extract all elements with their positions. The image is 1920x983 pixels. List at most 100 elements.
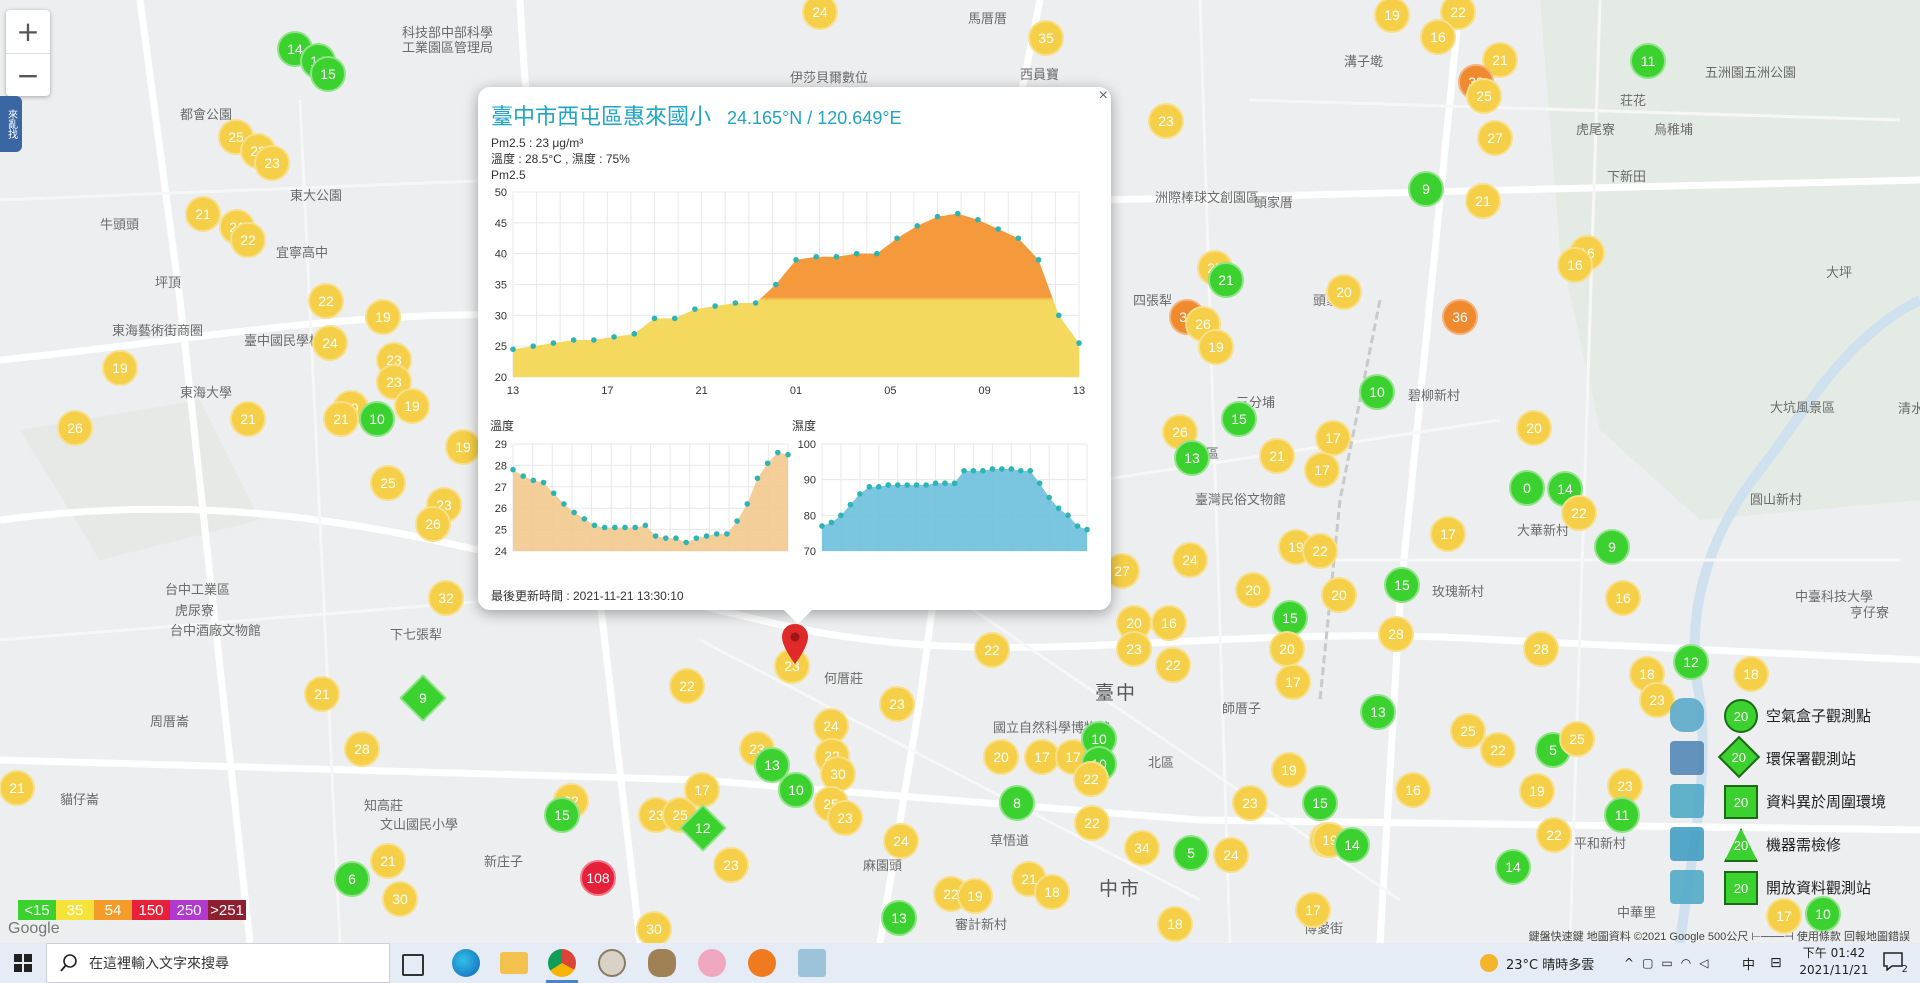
- sensor-marker[interactable]: 19: [1271, 752, 1307, 788]
- sensor-marker[interactable]: 23: [827, 800, 863, 836]
- sensor-marker[interactable]: 14: [1495, 849, 1531, 885]
- start-button[interactable]: [0, 943, 46, 983]
- sensor-marker[interactable]: 34: [1124, 830, 1160, 866]
- sensor-marker[interactable]: 36: [1442, 299, 1478, 335]
- sensor-marker[interactable]: 17: [1275, 664, 1311, 700]
- side-panel-tab[interactable]: 來亂找: [0, 96, 22, 152]
- sensor-marker[interactable]: 15: [1221, 401, 1257, 437]
- sensor-marker[interactable]: 19: [394, 388, 430, 424]
- app-icon-snipping[interactable]: [698, 949, 726, 977]
- sensor-marker[interactable]: 17: [1430, 516, 1466, 552]
- sensor-marker[interactable]: 20: [983, 739, 1019, 775]
- sensor-marker[interactable]: 16: [1420, 19, 1456, 55]
- ime-mode-icon[interactable]: ⊟: [1770, 943, 1782, 983]
- sensor-marker[interactable]: 19: [1198, 329, 1234, 365]
- sensor-marker[interactable]: 21: [0, 770, 35, 806]
- selected-location-pin-icon[interactable]: [780, 622, 810, 666]
- sensor-marker[interactable]: 27: [1477, 120, 1513, 156]
- sensor-marker[interactable]: 9: [1594, 529, 1630, 565]
- chrome-browser-icon[interactable]: [548, 949, 576, 977]
- sensor-marker[interactable]: 23: [1148, 103, 1184, 139]
- zoom-out-button[interactable]: −: [6, 53, 50, 97]
- sensor-marker[interactable]: 35: [1028, 20, 1064, 56]
- sensor-marker[interactable]: 15: [310, 56, 346, 92]
- sensor-marker[interactable]: 10: [1359, 374, 1395, 410]
- sensor-marker[interactable]: 23: [1232, 785, 1268, 821]
- sensor-marker[interactable]: 16: [1605, 580, 1641, 616]
- sensor-marker[interactable]: 22: [1074, 805, 1110, 841]
- sensor-marker[interactable]: 24: [1172, 542, 1208, 578]
- sensor-marker[interactable]: 5: [1173, 835, 1209, 871]
- sensor-marker[interactable]: 22: [1536, 817, 1572, 853]
- volume-icon[interactable]: ◁: [1699, 956, 1716, 970]
- sensor-marker[interactable]: 19: [102, 350, 138, 386]
- sensor-marker[interactable]: 17: [1315, 420, 1351, 456]
- sensor-marker[interactable]: 20: [1326, 274, 1362, 310]
- sensor-marker[interactable]: 23: [879, 686, 915, 722]
- sensor-marker[interactable]: 13: [1174, 440, 1210, 476]
- clock[interactable]: 下午 01:42 2021/11/21: [1796, 945, 1872, 979]
- sensor-marker[interactable]: 10: [778, 772, 814, 808]
- chevron-up-icon[interactable]: ^: [1624, 956, 1642, 970]
- sensor-marker[interactable]: 13: [881, 900, 917, 936]
- sensor-marker[interactable]: 22: [230, 222, 266, 258]
- sensor-marker[interactable]: 108: [580, 860, 616, 896]
- sensor-marker[interactable]: 18: [1157, 906, 1193, 942]
- sensor-marker[interactable]: 22: [1561, 495, 1597, 531]
- sensor-marker[interactable]: 21: [370, 843, 406, 879]
- sensor-marker[interactable]: 21: [185, 196, 221, 232]
- app-icon-compass[interactable]: [598, 949, 626, 977]
- sensor-marker[interactable]: 26: [57, 410, 93, 446]
- sensor-marker[interactable]: 23: [1116, 631, 1152, 667]
- zoom-in-button[interactable]: +: [6, 10, 50, 53]
- sensor-marker[interactable]: 25: [1466, 78, 1502, 114]
- task-view-icon[interactable]: [402, 954, 424, 976]
- app-icon-gimp[interactable]: [648, 949, 676, 977]
- sensor-marker[interactable]: 18: [1034, 874, 1070, 910]
- sensor-marker[interactable]: 20: [1235, 572, 1271, 608]
- sensor-marker[interactable]: 19: [365, 299, 401, 335]
- sensor-marker[interactable]: 6: [334, 861, 370, 897]
- sensor-marker[interactable]: 21: [230, 401, 266, 437]
- sensor-marker[interactable]: 14: [1334, 827, 1370, 863]
- sensor-marker[interactable]: 12: [1673, 644, 1709, 680]
- sensor-marker[interactable]: 28: [1523, 631, 1559, 667]
- sensor-marker[interactable]: 30: [636, 911, 672, 943]
- sensor-marker[interactable]: 21: [304, 676, 340, 712]
- weather-widget[interactable]: 23°C 晴時多雲: [1480, 943, 1594, 983]
- sensor-marker[interactable]: 20: [1516, 410, 1552, 446]
- sensor-marker[interactable]: 19: [1519, 773, 1555, 809]
- sensor-marker[interactable]: 17: [1304, 452, 1340, 488]
- tray-app-icon[interactable]: ▢: [1642, 956, 1661, 970]
- sensor-marker[interactable]: 16: [1151, 605, 1187, 641]
- sensor-marker[interactable]: 19: [957, 878, 993, 914]
- sensor-marker[interactable]: 20: [1321, 577, 1357, 613]
- sensor-marker[interactable]: 24: [883, 823, 919, 859]
- sensor-marker[interactable]: 25: [1559, 721, 1595, 757]
- sensor-marker[interactable]: 10: [359, 401, 395, 437]
- sensor-marker[interactable]: 22: [1155, 647, 1191, 683]
- sensor-marker[interactable]: 32: [428, 580, 464, 616]
- sensor-marker[interactable]: 13: [1360, 694, 1396, 730]
- sensor-marker[interactable]: 23: [254, 145, 290, 181]
- sensor-marker[interactable]: 22: [1302, 533, 1338, 569]
- sensor-marker[interactable]: 23: [713, 847, 749, 883]
- sensor-marker[interactable]: 24: [1213, 837, 1249, 873]
- sensor-marker[interactable]: 15: [1302, 785, 1338, 821]
- app-icon-other[interactable]: [798, 949, 826, 977]
- sensor-marker[interactable]: 22: [1480, 732, 1516, 768]
- sensor-marker[interactable]: 16: [1395, 772, 1431, 808]
- sensor-marker[interactable]: 22: [669, 668, 705, 704]
- map-footer[interactable]: 鍵盤快速鍵 地圖資料 ©2021 Google 500公尺 ⊢───⊣ 使用條款…: [1529, 928, 1910, 943]
- sensor-marker[interactable]: 28: [1378, 616, 1414, 652]
- sensor-marker[interactable]: 19: [445, 429, 481, 465]
- sensor-marker[interactable]: 21: [323, 401, 359, 437]
- sensor-marker[interactable]: 21: [1208, 262, 1244, 298]
- sensor-marker[interactable]: 26: [415, 506, 451, 542]
- sensor-marker[interactable]: 22: [1073, 761, 1109, 797]
- sensor-marker[interactable]: 25: [370, 465, 406, 501]
- sensor-marker[interactable]: 24: [312, 325, 348, 361]
- taskbar-search-input[interactable]: 在這裡輸入文字來搜尋: [46, 943, 390, 983]
- sensor-marker[interactable]: 16: [1557, 247, 1593, 283]
- sensor-marker[interactable]: 9: [1408, 171, 1444, 207]
